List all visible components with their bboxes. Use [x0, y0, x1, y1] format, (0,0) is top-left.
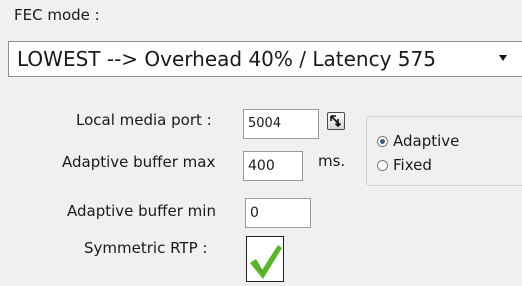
fec-mode-label: FEC mode :	[14, 6, 100, 24]
fec-mode-selected-value: LOWEST --> Overhead 40% / Latency 575	[17, 47, 436, 71]
symmetric-rtp-checkbox[interactable]	[246, 236, 284, 282]
local-media-port-input[interactable]: 5004	[243, 109, 319, 139]
chevron-down-icon[interactable]	[499, 55, 507, 61]
radio-option-fixed[interactable]: Fixed	[377, 153, 459, 177]
local-media-port-label: Local media port :	[76, 111, 212, 129]
radio-button-fixed[interactable]	[377, 159, 388, 171]
adaptive-buffer-max-label: Adaptive buffer max	[62, 153, 216, 171]
adaptive-buffer-min-label: Adaptive buffer min	[67, 202, 216, 220]
adaptive-buffer-min-input[interactable]: 0	[245, 198, 311, 228]
radio-label-fixed: Fixed	[393, 156, 432, 174]
radio-label-adaptive: Adaptive	[393, 132, 460, 150]
spin-updown-icon[interactable]	[327, 112, 345, 130]
symmetric-rtp-label: Symmetric RTP :	[84, 239, 208, 257]
fec-mode-dropdown[interactable]: LOWEST --> Overhead 40% / Latency 575	[8, 41, 522, 77]
radio-button-adaptive[interactable]	[377, 135, 388, 147]
buffer-mode-radio-group: Adaptive Fixed	[366, 116, 522, 186]
buffer-unit-label: ms.	[318, 152, 346, 170]
green-checkmark-icon	[250, 245, 282, 279]
radio-option-adaptive[interactable]: Adaptive	[377, 129, 459, 153]
adaptive-buffer-max-input[interactable]: 400	[243, 151, 303, 181]
